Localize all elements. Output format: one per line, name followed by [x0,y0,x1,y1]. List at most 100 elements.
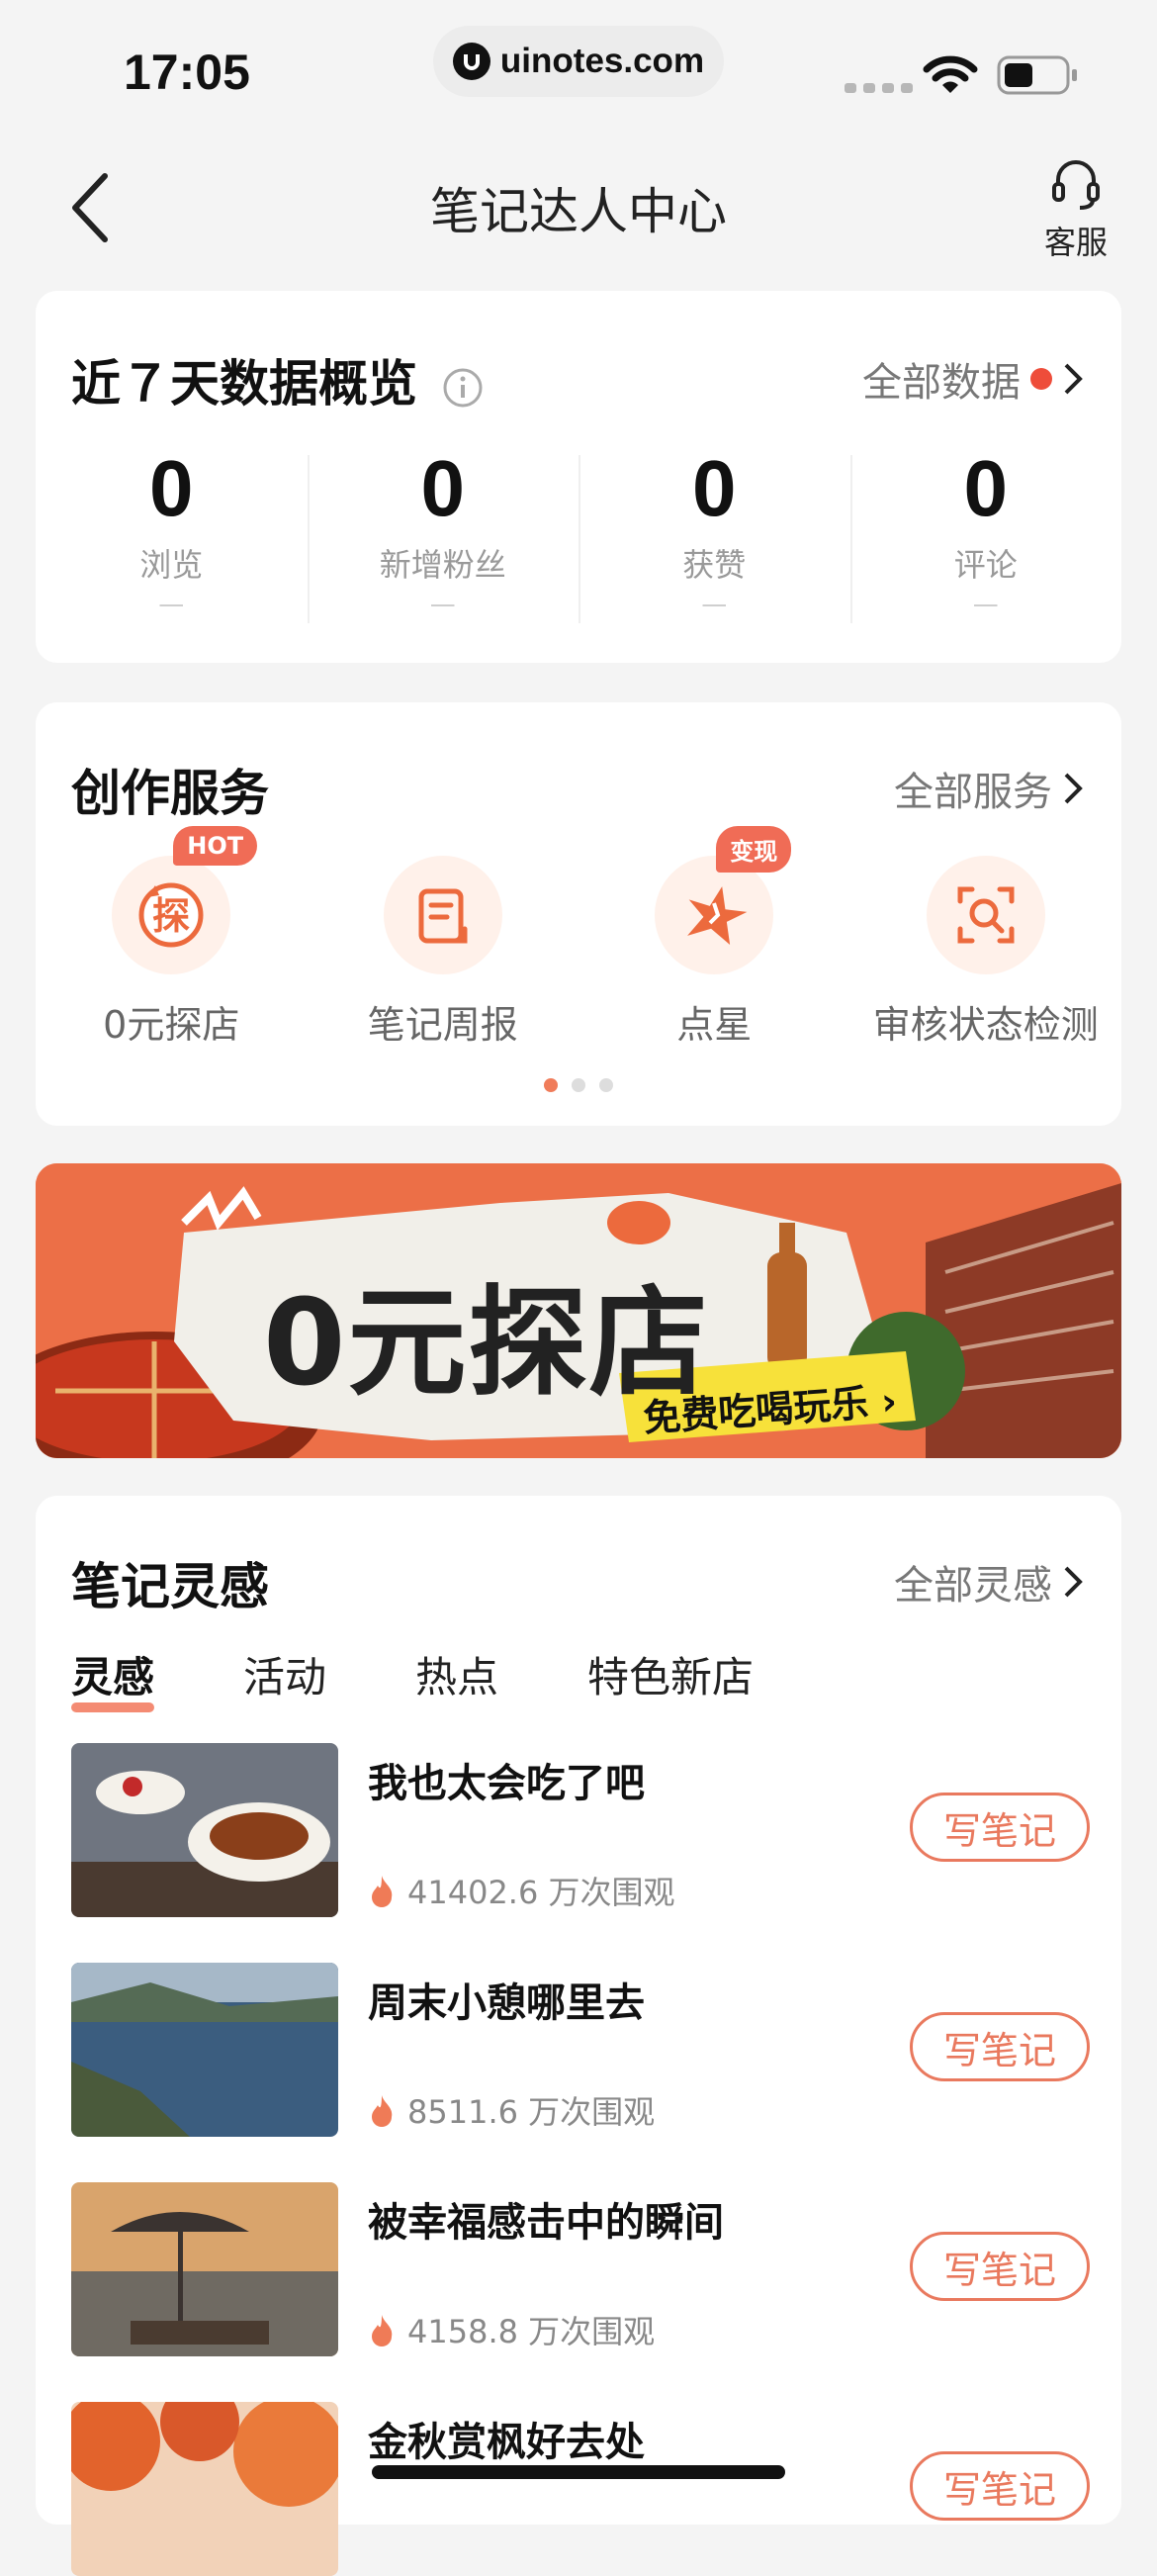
service-label: 审核状态检测 [872,1003,1099,1047]
home-indicator[interactable] [372,2465,785,2479]
all-services-link[interactable]: 全部服务 [894,760,1084,817]
url-text: uinotes.com [499,42,705,80]
overview-title: 近７天数据概览 [71,344,484,415]
chevron-right-icon [1064,363,1083,395]
stat-trend: — [972,590,999,619]
idea-thumbnail [71,2402,338,2576]
services-card: 创作服务 全部服务 探 HOT 0元探店 笔记周报 变现 点星 审核状态检测 [36,702,1121,1126]
flame-icon [372,2315,393,2346]
status-bar: 17:05 uinotes.com [0,0,1157,138]
chevron-right-icon [1064,773,1083,804]
tab-hot-topics[interactable]: 热点 [415,1644,498,1704]
overview-title-text: 近７天数据概览 [71,355,417,413]
idea-views: 4158.8 万次围观 [368,2307,655,2352]
tab-activities[interactable]: 活动 [243,1644,326,1704]
idea-thumbnail [71,1963,338,2137]
all-services-label: 全部服务 [894,770,1052,815]
site-logo-icon [452,43,490,80]
stat-new-followers[interactable]: 0 新增粉丝 — [307,444,579,627]
info-icon[interactable] [442,367,484,409]
service-weekly-report[interactable]: 笔记周报 [308,856,579,1049]
explore-shop-icon: 探 [138,882,204,948]
service-label: 点星 [676,1003,753,1047]
chevron-right-icon [1064,1566,1083,1598]
services-grid: 探 HOT 0元探店 笔记周报 变现 点星 审核状态检测 [36,826,1122,1049]
flame-icon [372,1876,393,1907]
customer-service-button[interactable]: 客服 [1038,156,1113,263]
service-review-check[interactable]: 审核状态检测 [850,856,1122,1049]
list-item[interactable]: 被幸福感击中的瞬间 4158.8 万次围观 写笔记 [71,2182,1090,2356]
idea-views: 41402.6 万次围观 [368,1868,675,1913]
scan-search-icon [957,886,1015,944]
service-icon-wrap: 探 HOT [112,826,258,974]
status-time: 17:05 [124,45,250,100]
inspiration-title: 笔记灵感 [71,1558,269,1615]
service-label: 笔记周报 [367,1003,518,1047]
inspiration-tabs: 灵感 活动 热点 特色新店 [71,1644,754,1712]
promo-banner[interactable]: 0元探店 免费吃喝玩乐 › [36,1163,1121,1458]
idea-views-text: 41402.6 万次围观 [407,1874,675,1911]
list-item[interactable]: 金秋赏枫好去处 写笔记 [71,2402,1090,2576]
idea-views-text: 8511.6 万次围观 [407,2093,656,2131]
nav-bar: 笔记达人中心 客服 [0,138,1157,272]
flame-icon [372,2095,393,2127]
pager-dot [544,1078,558,1092]
stat-trend: — [158,590,185,619]
inspiration-card: 笔记灵感 全部灵感 灵感 活动 热点 特色新店 我也太会吃了吧 41402.6 … [36,1496,1121,2576]
services-title: 创作服务 [71,765,269,822]
idea-title: 金秋赏枫好去处 [368,2420,645,2465]
service-icon-wrap: 变现 [655,826,792,974]
idea-views-text: 4158.8 万次围观 [407,2313,656,2350]
idea-views: 8511.6 万次围观 [368,2087,655,2133]
customer-service-label: 客服 [1043,224,1108,261]
wifi-icon [923,55,978,93]
weekly-report-icon [418,888,468,944]
svg-text:探: 探 [152,894,190,938]
write-note-button[interactable]: 写笔记 [910,1793,1090,1862]
service-icon-wrap [926,856,1045,974]
idea-title: 被幸福感击中的瞬间 [368,2200,724,2246]
battery-icon [997,55,1077,95]
stat-trend: — [701,590,728,619]
stat-label: 新增粉丝 [379,546,506,584]
stat-value: 0 [420,444,466,532]
service-star[interactable]: 变现 点星 [578,826,850,1049]
list-item[interactable]: 我也太会吃了吧 41402.6 万次围观 写笔记 [71,1743,1090,1917]
idea-title: 我也太会吃了吧 [368,1761,645,1806]
star-icon [687,886,748,946]
all-inspiration-link[interactable]: 全部灵感 [894,1553,1084,1610]
all-data-label: 全部数据 [862,360,1021,406]
service-icon-wrap [383,856,502,974]
stat-label: 获赞 [682,546,747,584]
stat-value: 0 [963,444,1009,532]
notification-dot [1030,368,1052,390]
pager-dots [36,1078,1121,1092]
monetize-badge: 变现 [716,826,792,873]
pager-dot [572,1078,585,1092]
stat-label: 浏览 [139,546,204,584]
stats-row: 0 浏览 — 0 新增粉丝 — 0 获赞 — 0 评论 — [36,449,1121,627]
pager-dot [599,1078,613,1092]
stat-comments[interactable]: 0 评论 — [849,444,1122,627]
write-note-button[interactable]: 写笔记 [910,2451,1090,2521]
stat-value: 0 [692,444,737,532]
page-title: 笔记达人中心 [430,183,727,240]
all-data-link[interactable]: 全部数据 [862,350,1084,408]
stat-views[interactable]: 0 浏览 — [36,449,308,627]
tab-inspiration[interactable]: 灵感 [71,1644,155,1712]
stat-likes[interactable]: 0 获赞 — [578,449,850,627]
idea-thumbnail [71,2182,338,2356]
overview-card: 近７天数据概览 全部数据 0 浏览 — 0 新增粉丝 — 0 获赞 — 0 评论 [36,291,1121,663]
service-label: 0元探店 [103,1003,240,1047]
url-pill[interactable]: uinotes.com [433,26,724,97]
stat-trend: — [429,590,456,619]
headset-icon [1052,160,1100,210]
hot-badge: HOT [173,826,258,866]
tab-new-shops[interactable]: 特色新店 [587,1644,754,1704]
stat-value: 0 [149,444,194,532]
service-explore-shop[interactable]: 探 HOT 0元探店 [36,826,308,1049]
write-note-button[interactable]: 写笔记 [910,2012,1090,2081]
cellular-signal-icon [845,83,913,93]
write-note-button[interactable]: 写笔记 [910,2232,1090,2301]
list-item[interactable]: 周末小憩哪里去 8511.6 万次围观 写笔记 [71,1963,1090,2137]
